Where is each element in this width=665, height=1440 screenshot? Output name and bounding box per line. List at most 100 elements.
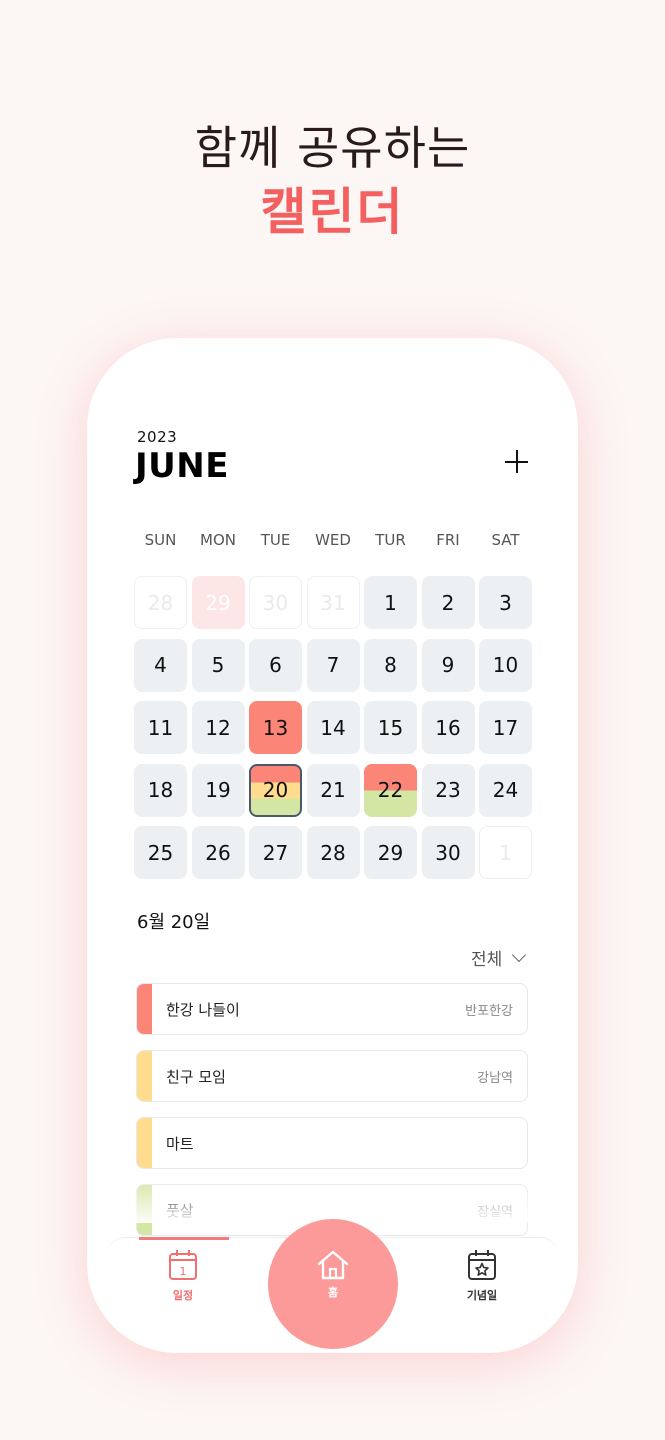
home-label: 홈 bbox=[327, 1286, 339, 1299]
active-tab-indicator bbox=[139, 1237, 229, 1240]
tab-schedule-label: 일정 bbox=[172, 1289, 194, 1302]
day-cell[interactable]: 30 bbox=[421, 826, 475, 879]
day-number: 28 bbox=[320, 840, 346, 865]
day-cell[interactable]: 3 bbox=[479, 576, 532, 629]
day-cell[interactable]: 14 bbox=[306, 701, 360, 754]
day-cell[interactable]: 1 bbox=[364, 576, 417, 629]
weekday-label: MON bbox=[200, 531, 236, 549]
day-number: 3 bbox=[499, 590, 512, 615]
calendar-icon: 1 bbox=[169, 1250, 197, 1280]
day-cell[interactable]: 12 bbox=[191, 701, 245, 754]
calendar-star-icon bbox=[468, 1250, 496, 1280]
calendar-icon-number: 1 bbox=[180, 1265, 187, 1278]
day-cell[interactable]: 1 bbox=[479, 826, 532, 879]
day-number: 2 bbox=[441, 590, 455, 615]
day-cell[interactable]: 11 bbox=[134, 701, 187, 754]
day-cell[interactable]: 13 bbox=[249, 701, 302, 754]
event-color-bar bbox=[137, 1051, 152, 1101]
list-fade-overlay bbox=[127, 1178, 547, 1223]
event-item[interactable]: 마트 bbox=[136, 1117, 528, 1169]
weekday-label: FRI bbox=[436, 531, 460, 549]
weekday-label: WED bbox=[315, 531, 351, 549]
day-cell[interactable]: 28 bbox=[306, 826, 360, 879]
event-item[interactable]: 친구 모임 강남역 bbox=[136, 1050, 528, 1102]
day-number: 5 bbox=[211, 653, 225, 677]
calendar-month: JUNE bbox=[135, 446, 229, 486]
day-cell[interactable]: 29 bbox=[364, 826, 417, 879]
day-cell[interactable]: 16 bbox=[421, 701, 475, 754]
day-cell[interactable]: 31 bbox=[306, 576, 360, 629]
home-icon bbox=[317, 1250, 349, 1280]
weekday-header: SUN MON TUE WED TUR FRI SAT bbox=[134, 531, 532, 549]
day-number: 14 bbox=[320, 715, 346, 740]
day-cell[interactable]: 27 bbox=[249, 826, 302, 879]
day-cell[interactable]: 9 bbox=[421, 638, 475, 692]
day-number: 27 bbox=[262, 840, 289, 865]
day-cell[interactable]: 29 bbox=[191, 576, 245, 629]
calendar-grid: 28 29 30 31 1 2 3 4 5 6 7 8 9 10 11 12 13 14 15 16 17 18 19 20 2… bbox=[134, 576, 534, 879]
event-color-bar bbox=[137, 1118, 152, 1168]
weekday-label: TUR bbox=[375, 531, 406, 549]
day-cell[interactable]: 10 bbox=[479, 638, 532, 692]
day-cell[interactable]: 23 bbox=[421, 763, 475, 817]
day-cell[interactable]: 28 bbox=[134, 576, 187, 629]
headline-line2: 캘린더 bbox=[260, 183, 405, 241]
day-number: 25 bbox=[147, 840, 174, 865]
headline: 함께 공유하는 캘린더 bbox=[0, 112, 665, 240]
weekday-label: SUN bbox=[144, 531, 177, 549]
tab-schedule[interactable]: 1 일정 bbox=[143, 1249, 223, 1303]
day-cell[interactable]: 26 bbox=[191, 826, 245, 879]
day-cell[interactable]: 30 bbox=[249, 576, 302, 629]
day-cell[interactable]: 7 bbox=[306, 638, 360, 692]
event-name: 친구 모임 bbox=[166, 1068, 226, 1086]
weekday-label: SAT bbox=[491, 531, 520, 549]
day-cell[interactable]: 25 bbox=[134, 826, 187, 879]
day-number: 10 bbox=[492, 653, 519, 677]
filter-dropdown[interactable]: 전체 bbox=[471, 945, 527, 970]
day-cell[interactable]: 21 bbox=[306, 763, 360, 817]
day-number: 17 bbox=[492, 715, 519, 740]
day-cell[interactable]: 19 bbox=[191, 763, 245, 817]
day-number: 9 bbox=[441, 653, 455, 677]
day-cell[interactable]: 22 bbox=[364, 763, 417, 817]
event-place: 반포한강 bbox=[465, 1004, 513, 1019]
event-item[interactable]: 한강 나들이 반포한강 bbox=[136, 983, 528, 1035]
day-cell[interactable]: 18 bbox=[134, 763, 187, 817]
event-name: 마트 bbox=[166, 1135, 194, 1153]
day-number: 13 bbox=[262, 715, 289, 740]
day-cell[interactable]: 24 bbox=[479, 763, 532, 817]
day-number: 30 bbox=[262, 590, 289, 615]
day-number: 7 bbox=[326, 653, 340, 677]
day-cell[interactable]: 2 bbox=[421, 576, 475, 629]
day-cell[interactable]: 4 bbox=[134, 638, 187, 692]
day-cell[interactable]: 15 bbox=[364, 701, 417, 754]
day-number: 1 bbox=[499, 840, 512, 865]
filter-label: 전체 bbox=[471, 950, 503, 970]
day-number: 23 bbox=[435, 778, 461, 802]
day-cell[interactable]: 8 bbox=[364, 638, 417, 692]
day-cell[interactable]: 20 bbox=[249, 763, 302, 817]
day-number: 29 bbox=[377, 840, 404, 865]
day-cell[interactable]: 5 bbox=[191, 638, 245, 692]
tab-anniversary-label: 기념일 bbox=[466, 1289, 498, 1302]
day-number: 26 bbox=[205, 840, 231, 865]
day-number: 8 bbox=[384, 653, 397, 677]
day-number: 4 bbox=[154, 653, 167, 677]
selected-date-title: 6월 20일 bbox=[137, 912, 211, 933]
day-number: 31 bbox=[320, 590, 346, 615]
day-number: 15 bbox=[377, 715, 404, 740]
day-number: 28 bbox=[147, 590, 174, 615]
tab-anniversary[interactable]: 기념일 bbox=[442, 1249, 522, 1303]
add-event-button[interactable] bbox=[503, 448, 531, 476]
day-cell[interactable]: 17 bbox=[479, 701, 532, 754]
day-number: 6 bbox=[269, 653, 282, 677]
phone-mockup: 2023 JUNE SUN MON TUE WED TUR FRI SAT 28 29 30 31… bbox=[87, 338, 578, 1353]
home-button[interactable]: 홈 bbox=[268, 1219, 398, 1349]
day-cell[interactable]: 6 bbox=[249, 638, 302, 692]
day-number: 29 bbox=[205, 590, 231, 615]
event-place: 강남역 bbox=[477, 1071, 513, 1086]
day-number: 22 bbox=[377, 778, 404, 802]
day-number: 1 bbox=[384, 590, 397, 615]
day-number: 30 bbox=[435, 840, 461, 865]
event-name: 한강 나들이 bbox=[166, 1001, 240, 1019]
